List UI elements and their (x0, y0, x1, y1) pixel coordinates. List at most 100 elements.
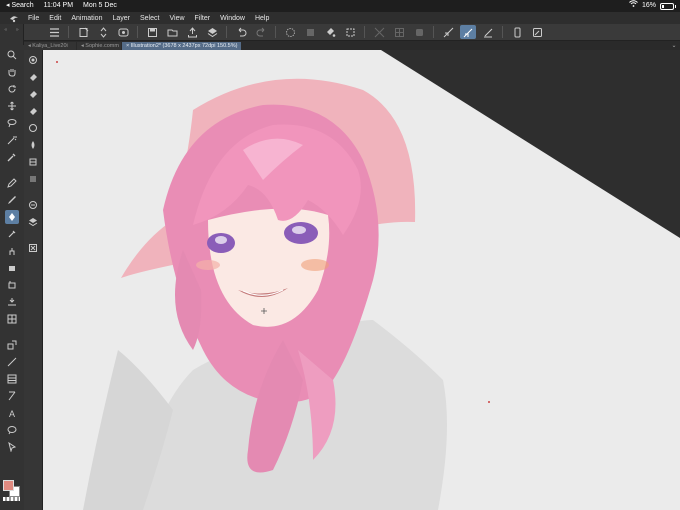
save-icon[interactable] (144, 25, 160, 39)
export-icon[interactable] (184, 25, 200, 39)
shape-icon[interactable] (5, 338, 19, 352)
pencil-icon[interactable] (5, 193, 19, 207)
open-icon[interactable] (164, 25, 180, 39)
grid-icon[interactable] (391, 25, 407, 39)
battery-percent: 16% (641, 2, 656, 9)
sub-tool-6[interactable] (26, 138, 40, 152)
wifi-icon (629, 0, 638, 12)
menu-view[interactable]: View (169, 15, 184, 22)
undo-icon[interactable] (233, 25, 249, 39)
stray-dot (488, 401, 490, 403)
fill-icon[interactable] (5, 295, 19, 309)
crop-icon[interactable] (342, 25, 358, 39)
command-bar (0, 24, 680, 41)
menu-bar: File Edit Animation Layer Select View Fi… (0, 12, 680, 24)
tab-list-chevron-icon[interactable]: ⌄ (668, 42, 680, 50)
left-blush (196, 260, 220, 270)
menu-animation[interactable]: Animation (71, 15, 102, 22)
sub-tool-3[interactable] (26, 87, 40, 101)
new-icon[interactable] (75, 25, 91, 39)
cursor-icon[interactable] (5, 440, 19, 454)
correct-line-icon[interactable] (5, 423, 19, 437)
menu-select[interactable]: Select (140, 15, 159, 22)
redo-icon[interactable] (253, 25, 269, 39)
ruler-icon[interactable] (5, 372, 19, 386)
text-icon[interactable] (5, 389, 19, 403)
main-color-swatch[interactable] (3, 480, 14, 491)
menu-file[interactable]: File (28, 15, 39, 22)
sub-tool-palette (24, 50, 43, 510)
sub-tool-9[interactable] (26, 198, 40, 212)
menu-filter[interactable]: Filter (195, 15, 211, 22)
sub-tool-11[interactable] (26, 241, 40, 255)
separator (364, 26, 365, 38)
tool-group-gap (24, 189, 42, 195)
pen-icon[interactable] (5, 176, 19, 190)
svg-text:A: A (9, 409, 15, 418)
right-eye-shine (292, 226, 306, 234)
clip-studio-app-icon[interactable] (8, 14, 20, 23)
transform-icon[interactable] (302, 25, 318, 39)
blend-icon[interactable] (5, 278, 19, 292)
separator (226, 26, 227, 38)
color-swatches[interactable] (3, 480, 23, 502)
menu-edit[interactable]: Edit (49, 15, 61, 22)
tab-label: Sophie.comm (85, 43, 119, 49)
menu-help[interactable]: Help (255, 15, 269, 22)
balloon-icon[interactable]: A (5, 406, 19, 420)
magic-wand-icon[interactable] (5, 133, 19, 147)
mask-icon[interactable] (411, 25, 427, 39)
frame-icon[interactable] (5, 355, 19, 369)
status-time: 11:04 PM (43, 2, 74, 9)
layers-icon[interactable] (204, 25, 220, 39)
hide-icon[interactable] (371, 25, 387, 39)
rotate-icon[interactable] (5, 82, 19, 96)
sub-tool-4[interactable] (26, 104, 40, 118)
sub-tool-8[interactable] (26, 172, 40, 186)
select-lasso-icon[interactable] (282, 25, 298, 39)
illustration-canvas[interactable] (43, 50, 680, 510)
status-date: Mon 5 Dec (83, 2, 117, 9)
decoration-icon[interactable] (5, 244, 19, 258)
eyedropper-icon[interactable] (5, 150, 19, 164)
fx-icon[interactable] (115, 25, 131, 39)
collapse-right-icon[interactable]: » (16, 25, 19, 34)
separator (68, 26, 69, 38)
edit-icon[interactable] (529, 25, 545, 39)
stray-dot (56, 61, 58, 63)
sub-tool-1[interactable] (26, 53, 40, 67)
tool-group-gap (0, 329, 24, 335)
pen-active-icon[interactable] (460, 25, 476, 39)
tab-label: Illustration2* (3678 x 2437px 72dpi 150.… (130, 43, 238, 49)
eraser-icon[interactable] (5, 261, 19, 275)
brush-icon[interactable] (5, 210, 19, 224)
smartphone-icon[interactable] (509, 25, 525, 39)
document-tab-bar: ◂ Kaliya_Live20i ◂ Sophie.comm × Illustr… (24, 41, 680, 50)
tool-group-gap (0, 167, 24, 173)
brush-icon[interactable] (480, 25, 496, 39)
zoom-icon[interactable] (5, 48, 19, 62)
menu-window[interactable]: Window (220, 15, 245, 22)
collapse-left-icon[interactable]: « (4, 25, 7, 34)
fill-icon[interactable] (322, 25, 338, 39)
move-icon[interactable] (5, 99, 19, 113)
lasso-icon[interactable] (5, 116, 19, 130)
canvas-viewport[interactable] (43, 50, 680, 510)
tab-sophie[interactable]: ◂ Sophie.comm (77, 42, 121, 50)
hand-icon[interactable] (5, 65, 19, 79)
tab-kaliya[interactable]: ◂ Kaliya_Live20i (24, 42, 76, 50)
sub-tool-10[interactable] (26, 215, 40, 229)
ruler-icon[interactable] (440, 25, 456, 39)
back-to-search-link[interactable]: ◂ Search (6, 2, 34, 9)
airbrush-icon[interactable] (5, 227, 19, 241)
gradient-icon[interactable] (5, 312, 19, 326)
sub-tool-2[interactable] (26, 70, 40, 84)
sub-tool-7[interactable] (26, 155, 40, 169)
transparent-color-swatch[interactable] (3, 497, 20, 501)
menu-icon[interactable] (46, 25, 62, 39)
up-down-icon[interactable] (95, 25, 111, 39)
sub-tool-5[interactable] (26, 121, 40, 135)
tab-illustration2[interactable]: × Illustration2* (3678 x 2437px 72dpi 15… (122, 42, 242, 50)
left-eye-shine (215, 236, 227, 244)
menu-layer[interactable]: Layer (112, 15, 130, 22)
